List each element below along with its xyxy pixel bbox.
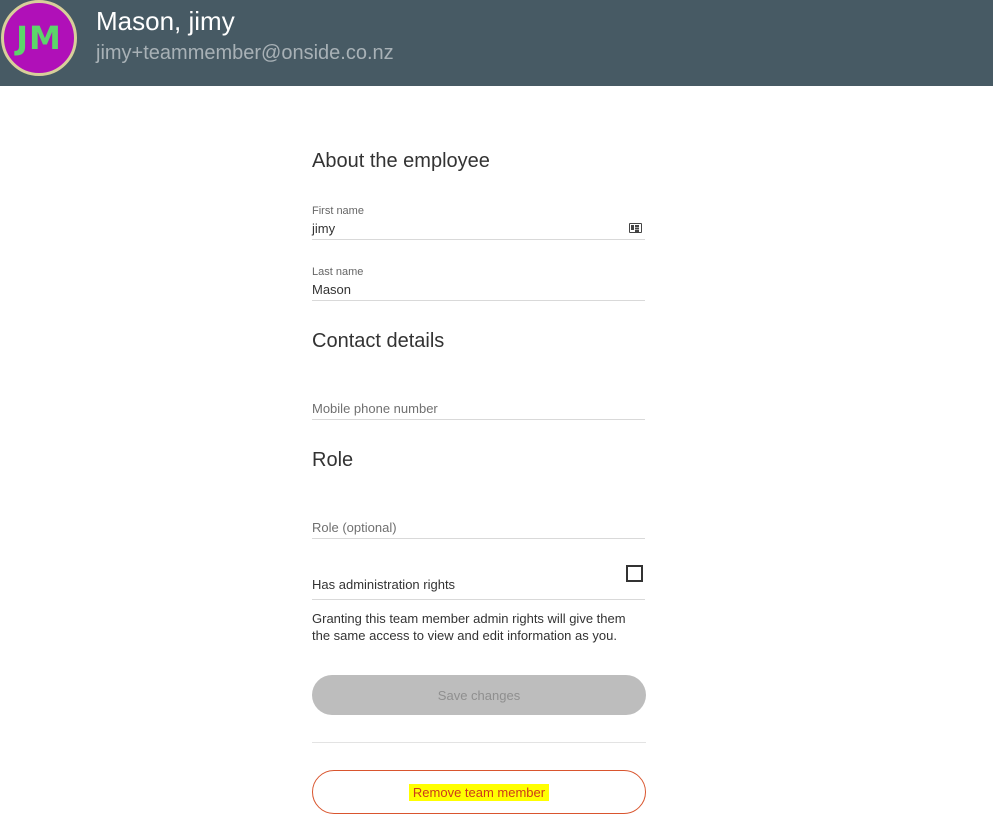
remove-team-member-button[interactable]: Remove team member bbox=[312, 770, 646, 814]
remove-team-member-label: Remove team member bbox=[408, 783, 550, 801]
last-name-label: Last name bbox=[312, 266, 364, 278]
first-name-field[interactable]: First name jimy bbox=[312, 200, 645, 240]
last-name-field[interactable]: Last name Mason bbox=[312, 261, 645, 301]
admin-rights-row[interactable]: Has administration rights bbox=[312, 560, 645, 600]
employee-email: jimy+teammember@onside.co.nz bbox=[96, 42, 394, 64]
avatar: JM bbox=[1, 0, 77, 76]
save-button[interactable]: Save changes bbox=[312, 675, 646, 715]
first-name-label: First name bbox=[312, 205, 364, 217]
mobile-phone-field[interactable]: Mobile phone number bbox=[312, 380, 645, 420]
contact-card-icon[interactable] bbox=[629, 223, 642, 233]
role-field[interactable]: Role (optional) bbox=[312, 499, 645, 539]
admin-rights-checkbox[interactable] bbox=[626, 565, 643, 582]
admin-rights-label: Has administration rights bbox=[312, 577, 456, 592]
mobile-phone-placeholder[interactable]: Mobile phone number bbox=[312, 401, 438, 416]
contact-section-title: Contact details bbox=[312, 330, 445, 352]
divider bbox=[312, 742, 646, 743]
last-name-value[interactable]: Mason bbox=[312, 282, 351, 297]
employee-name: Mason, jimy bbox=[96, 6, 235, 36]
first-name-value[interactable]: jimy bbox=[312, 221, 335, 236]
about-section-title: About the employee bbox=[312, 150, 490, 172]
admin-rights-note: Granting this team member admin rights w… bbox=[312, 611, 626, 643]
role-section-title: Role bbox=[312, 449, 354, 471]
role-placeholder[interactable]: Role (optional) bbox=[312, 520, 397, 535]
profile-header: JM Mason, jimy jimy+teammember@onside.co… bbox=[0, 0, 993, 86]
